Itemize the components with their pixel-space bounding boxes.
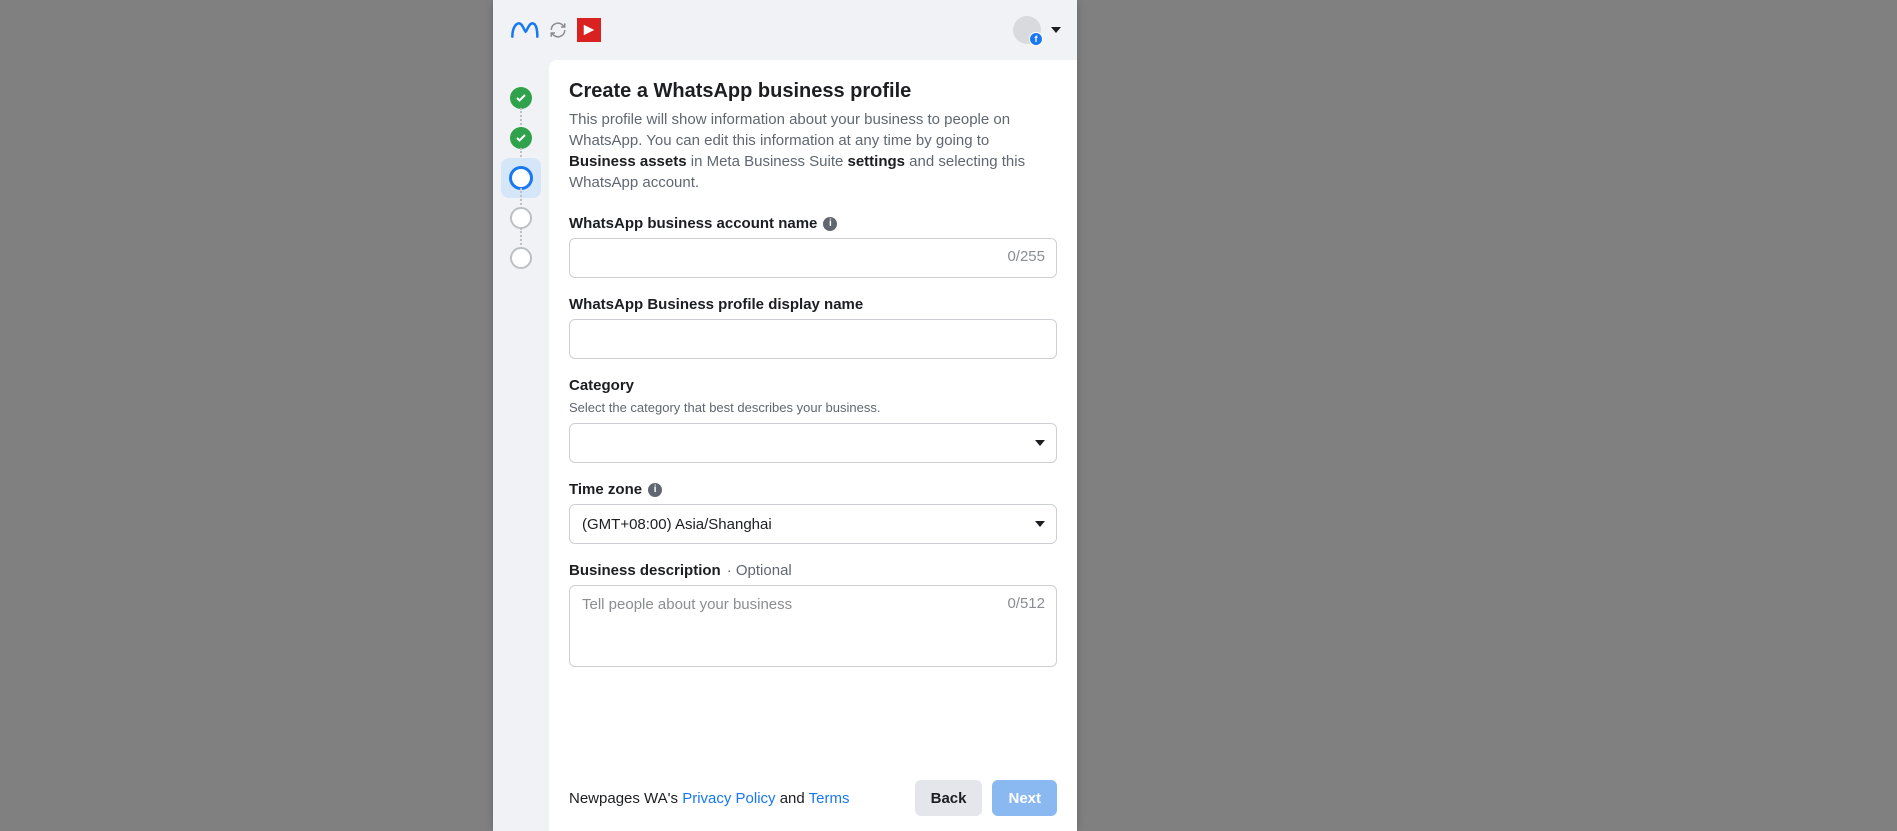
display-name-input[interactable] (569, 319, 1057, 359)
category-select[interactable] (569, 423, 1057, 463)
footer-buttons: Back Next (915, 780, 1057, 816)
category-help: Select the category that best describes … (569, 400, 1057, 415)
label-text: WhatsApp business account name (569, 215, 817, 232)
info-icon[interactable]: i (648, 483, 662, 497)
header-left (509, 18, 601, 42)
facebook-badge-icon: f (1029, 32, 1043, 46)
step-4 (493, 198, 549, 238)
subtitle-bold: Business assets (569, 153, 687, 170)
terms-link[interactable]: Terms (809, 790, 850, 807)
check-icon (515, 132, 527, 144)
next-button[interactable]: Next (992, 780, 1057, 816)
step-3-current (501, 158, 541, 198)
footer-prefix: Newpages WA's (569, 790, 682, 807)
privacy-policy-link[interactable]: Privacy Policy (682, 790, 775, 807)
timezone-select[interactable]: (GMT+08:00) Asia/Shanghai (569, 504, 1057, 544)
subtitle-part: This profile will show information about… (569, 111, 1010, 149)
refresh-icon[interactable] (549, 21, 567, 39)
check-icon (515, 92, 527, 104)
account-name-label: WhatsApp business account name i (569, 215, 1057, 232)
modal-header: f (493, 0, 1077, 60)
label-text: Time zone (569, 481, 642, 498)
subtitle-bold: settings (848, 153, 906, 170)
step-1 (493, 78, 549, 118)
page-title: Create a WhatsApp business profile (569, 80, 1057, 103)
account-name-input[interactable] (569, 238, 1057, 278)
progress-stepper (493, 60, 549, 831)
account-name-counter: 0/255 (1007, 248, 1045, 265)
display-name-label: WhatsApp Business profile display name (569, 296, 1057, 313)
header-right: f (1013, 16, 1061, 44)
modal-footer: Newpages WA's Privacy Policy and Terms B… (549, 765, 1077, 831)
account-name-group: WhatsApp business account name i 0/255 (569, 215, 1057, 278)
description-counter: 0/512 (1007, 595, 1045, 612)
back-button[interactable]: Back (915, 780, 983, 816)
avatar[interactable]: f (1013, 16, 1041, 44)
label-text: WhatsApp Business profile display name (569, 296, 863, 313)
optional-text: · Optional (727, 562, 792, 579)
modal-body: Create a WhatsApp business profile This … (493, 60, 1077, 831)
subtitle-part: in Meta Business Suite (687, 153, 848, 170)
description-label: Business description · Optional (569, 562, 1057, 579)
category-group: Category Select the category that best d… (569, 377, 1057, 463)
timezone-group: Time zone i (GMT+08:00) Asia/Shanghai (569, 481, 1057, 544)
page-subtitle: This profile will show information about… (569, 109, 1057, 193)
main-panel: Create a WhatsApp business profile This … (549, 60, 1077, 831)
footer-and: and (776, 790, 809, 807)
onboarding-modal: f (493, 0, 1077, 831)
display-name-group: WhatsApp Business profile display name (569, 296, 1057, 359)
label-text: Business description (569, 562, 721, 579)
description-textarea[interactable] (569, 585, 1057, 667)
label-text: Category (569, 377, 634, 394)
step-2 (493, 118, 549, 158)
info-icon[interactable]: i (823, 217, 837, 231)
category-label: Category (569, 377, 1057, 394)
meta-logo-icon (509, 20, 539, 40)
chevron-down-icon[interactable] (1051, 27, 1061, 33)
timezone-label: Time zone i (569, 481, 1057, 498)
step-5 (493, 238, 549, 278)
description-group: Business description · Optional 0/512 (569, 562, 1057, 672)
app-badge-icon (577, 18, 601, 42)
footer-legal: Newpages WA's Privacy Policy and Terms (569, 790, 849, 807)
